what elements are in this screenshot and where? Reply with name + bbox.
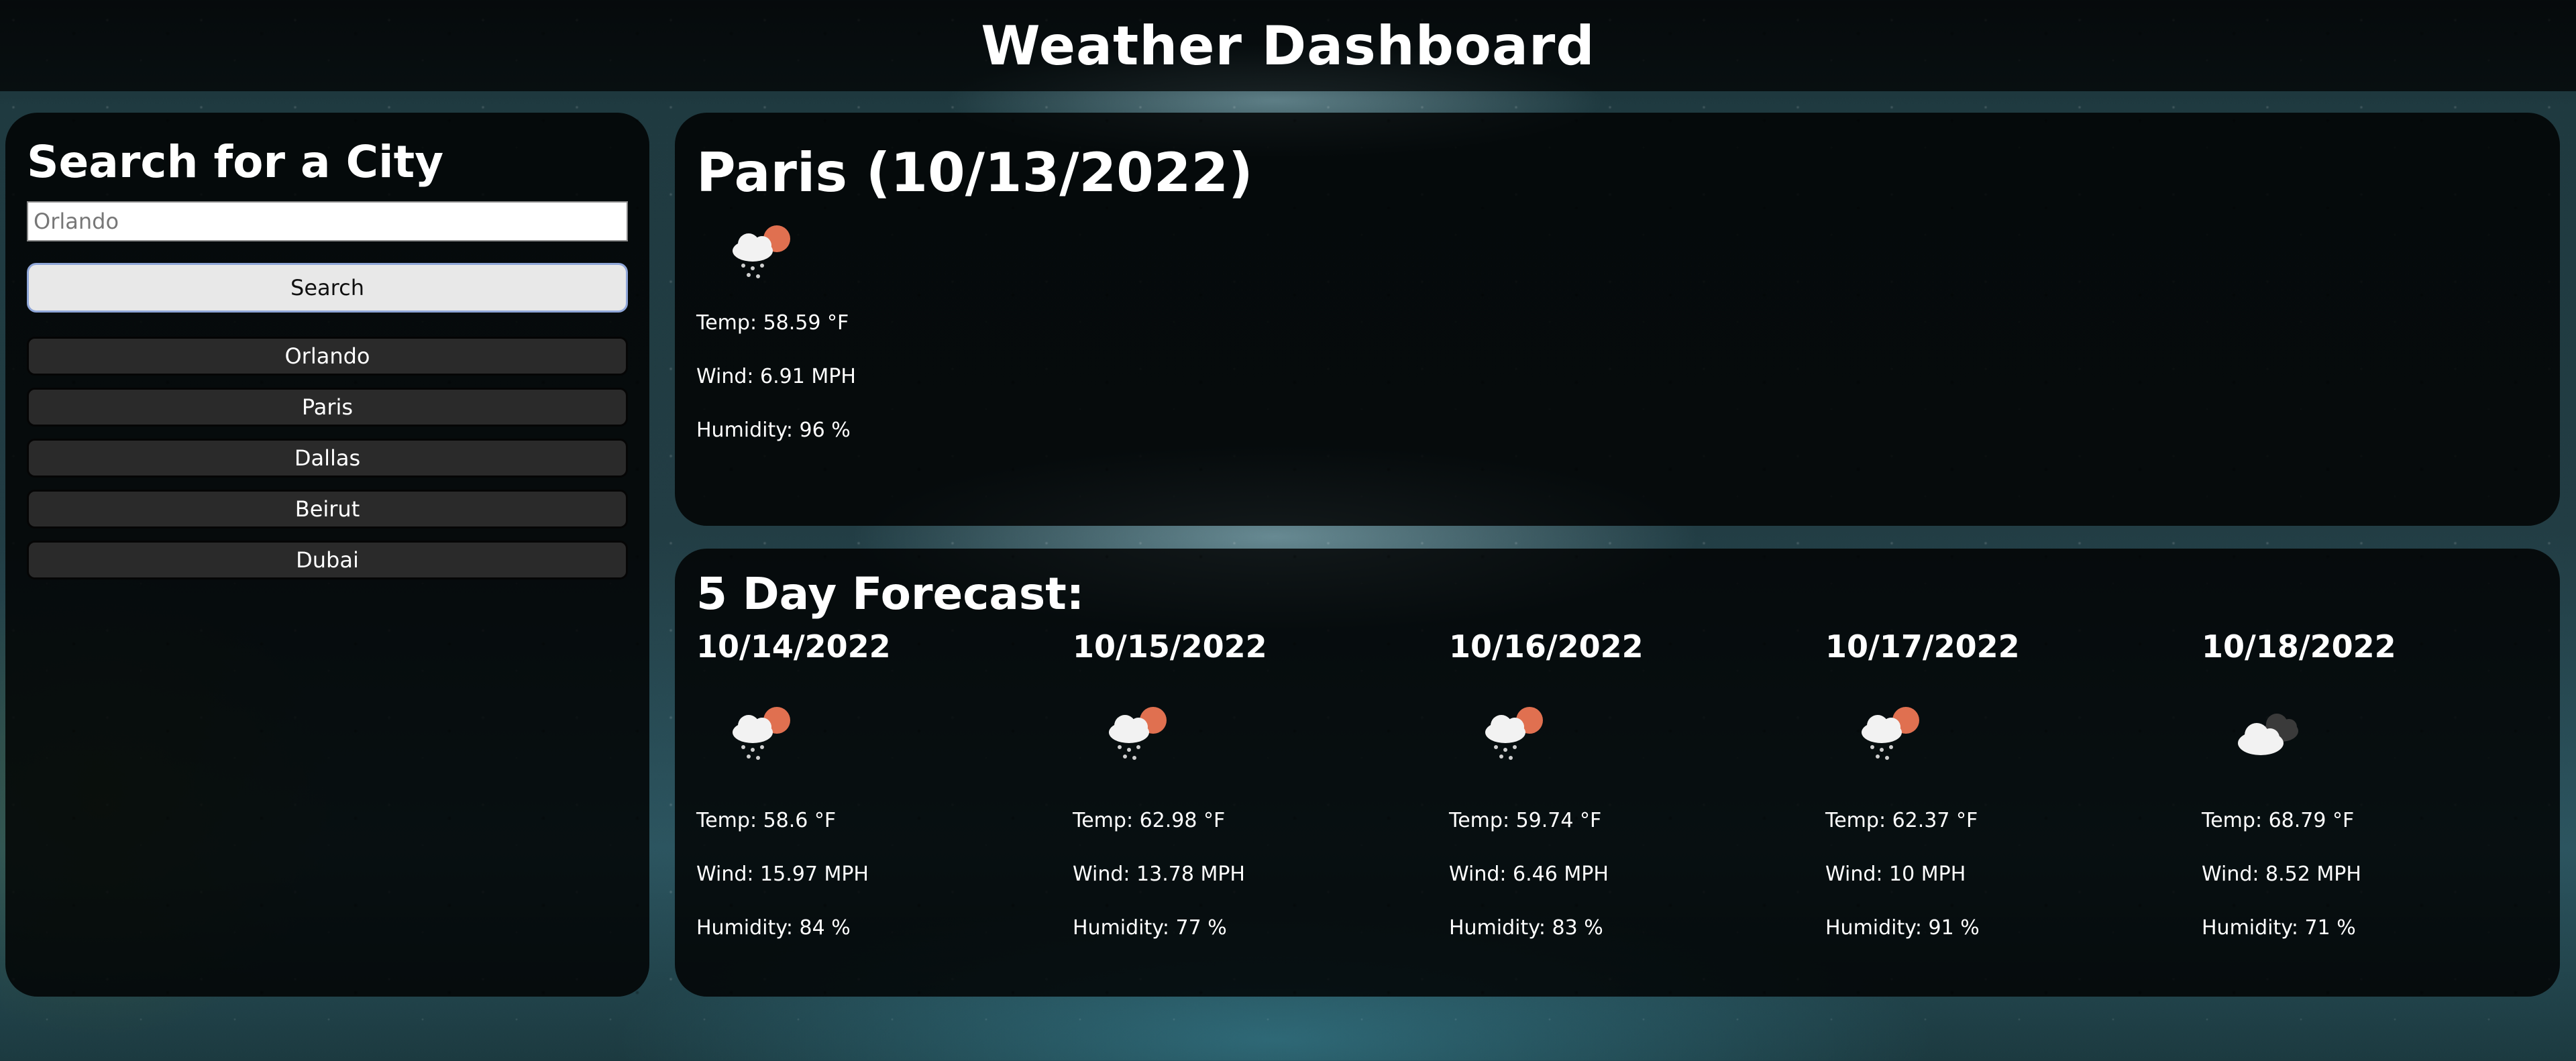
forecast-date: 10/14/2022 — [696, 628, 891, 665]
history-button-paris[interactable]: Paris — [27, 388, 628, 427]
forecast-day-card: 10/15/2022 Temp: 62.98 °F Wind: 13.78 MP… — [1073, 628, 1449, 942]
forecast-humidity: Humidity: 77 % — [1073, 916, 1227, 940]
rain-cloud-sun-icon — [1862, 707, 1919, 760]
forecast-wind: Wind: 10 MPH — [1825, 862, 1966, 886]
page-title: Weather Dashboard — [981, 14, 1595, 77]
history-button-beirut[interactable]: Beirut — [27, 490, 628, 528]
current-wind: Wind: 6.91 MPH — [696, 365, 856, 388]
page-header: Weather Dashboard — [0, 0, 2576, 91]
search-panel: Search for a City Search Orlando Paris D… — [5, 113, 649, 997]
forecast-wind: Wind: 6.46 MPH — [1449, 862, 1609, 886]
forecast-humidity: Humidity: 84 % — [696, 916, 851, 940]
history-button-orlando[interactable]: Orlando — [27, 337, 628, 376]
forecast-date: 10/17/2022 — [1825, 628, 2020, 665]
search-history: Orlando Paris Dallas Beirut Dubai — [27, 337, 628, 579]
forecast-wind: Wind: 13.78 MPH — [1073, 862, 1245, 886]
current-weather-panel: Paris (10/13/2022) Temp: 58.59 °F Wind: … — [675, 113, 2560, 526]
history-button-dallas[interactable]: Dallas — [27, 439, 628, 478]
search-button[interactable]: Search — [27, 263, 628, 313]
forecast-day-card: 10/17/2022 Temp: 62.37 °F Wind: 10 MPH H… — [1825, 628, 2202, 942]
current-humidity: Humidity: 96 % — [696, 418, 851, 442]
forecast-temp: Temp: 68.79 °F — [2202, 809, 2355, 832]
forecast-wind: Wind: 15.97 MPH — [696, 862, 869, 886]
history-button-dubai[interactable]: Dubai — [27, 541, 628, 579]
broken-clouds-icon — [2238, 714, 2298, 755]
current-city-title: Paris (10/13/2022) — [696, 142, 1253, 204]
forecast-panel: 5 Day Forecast: 10/14/2022 Temp: 58.6 °F… — [675, 549, 2560, 997]
forecast-humidity: Humidity: 83 % — [1449, 916, 1603, 940]
forecast-date: 10/16/2022 — [1449, 628, 1644, 665]
forecast-wind: Wind: 8.52 MPH — [2202, 862, 2361, 886]
forecast-humidity: Humidity: 71 % — [2202, 916, 2356, 940]
forecast-temp: Temp: 62.98 °F — [1073, 809, 1226, 832]
forecast-day-card: 10/16/2022 Temp: 59.74 °F Wind: 6.46 MPH… — [1449, 628, 1825, 942]
city-search-input[interactable] — [27, 201, 628, 241]
rain-cloud-sun-icon — [733, 707, 790, 760]
forecast-humidity: Humidity: 91 % — [1825, 916, 1980, 940]
search-heading: Search for a City — [27, 136, 444, 188]
current-temp: Temp: 58.59 °F — [696, 311, 849, 335]
rain-cloud-sun-icon — [1485, 707, 1543, 760]
forecast-temp: Temp: 62.37 °F — [1825, 809, 1978, 832]
forecast-date: 10/18/2022 — [2202, 628, 2396, 665]
rain-cloud-sun-icon — [1109, 707, 1167, 760]
rain-cloud-sun-icon — [733, 225, 790, 278]
forecast-day-card: 10/18/2022 Temp: 68.79 °F Wind: 8.52 MPH… — [2202, 628, 2576, 942]
forecast-date: 10/15/2022 — [1073, 628, 1267, 665]
forecast-temp: Temp: 59.74 °F — [1449, 809, 1602, 832]
forecast-heading: 5 Day Forecast: — [696, 568, 1085, 620]
forecast-temp: Temp: 58.6 °F — [696, 809, 837, 832]
forecast-days: 10/14/2022 Temp: 58.6 °F Wind: 15.97 MPH… — [696, 628, 2538, 942]
forecast-day-card: 10/14/2022 Temp: 58.6 °F Wind: 15.97 MPH… — [696, 628, 1073, 942]
